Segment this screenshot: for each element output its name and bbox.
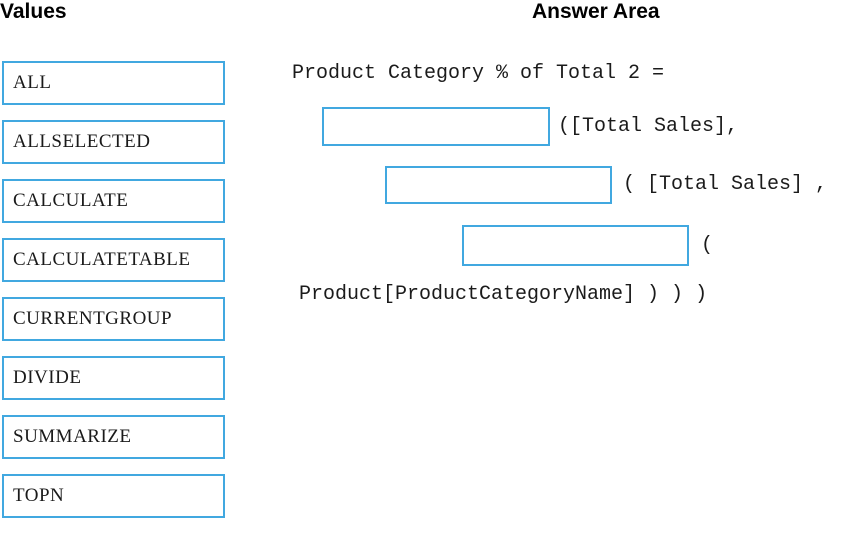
value-chip-label: SUMMARIZE	[13, 426, 132, 447]
value-chip-label: DIVIDE	[13, 367, 82, 388]
formula-line-5: Product[ProductCategoryName] ) ) )	[299, 283, 707, 307]
formula-line-4: (	[462, 225, 713, 266]
value-chip-label: CALCULATE	[13, 190, 129, 211]
value-chip-currentgroup[interactable]: CURRENTGROUP	[2, 297, 225, 341]
value-chip-summarize[interactable]: SUMMARIZE	[2, 415, 225, 459]
answer-drop-target-2[interactable]	[385, 166, 612, 204]
formula-line-3: ( [Total Sales] ,	[385, 166, 827, 204]
value-chip-label: CALCULATETABLE	[13, 249, 191, 270]
value-chip-divide[interactable]: DIVIDE	[2, 356, 225, 400]
formula-text: Product[ProductCategoryName] ) ) )	[299, 283, 708, 306]
formula-text: ([Total Sales],	[558, 114, 739, 138]
value-chip-label: ALL	[13, 72, 52, 93]
value-chip-allselected[interactable]: ALLSELECTED	[2, 120, 225, 164]
answer-area: Answer Area Product Category % of Total …	[266, 0, 867, 524]
value-chip-calculatetable[interactable]: CALCULATETABLE	[2, 238, 225, 282]
value-chip-topn[interactable]: TOPN	[2, 474, 225, 518]
answer-area-heading: Answer Area	[532, 0, 660, 23]
value-chip-calculate[interactable]: CALCULATE	[2, 179, 225, 223]
value-chip-all[interactable]: ALL	[2, 61, 225, 105]
formula-text: ( [Total Sales] ,	[623, 173, 828, 196]
values-column-heading: Values	[0, 0, 67, 23]
formula-line-1: Product Category % of Total 2 =	[292, 62, 664, 86]
value-chip-label: ALLSELECTED	[13, 131, 151, 152]
value-chip-label: CURRENTGROUP	[13, 308, 173, 329]
formula-text: (	[701, 233, 714, 257]
formula-text: Product Category % of Total 2 =	[292, 62, 665, 85]
values-list: ALL ALLSELECTED CALCULATE CALCULATETABLE…	[2, 61, 225, 533]
answer-drop-target-3[interactable]	[462, 225, 689, 266]
formula-line-2: ([Total Sales],	[322, 107, 738, 146]
answer-drop-target-1[interactable]	[322, 107, 550, 146]
value-chip-label: TOPN	[13, 485, 65, 506]
